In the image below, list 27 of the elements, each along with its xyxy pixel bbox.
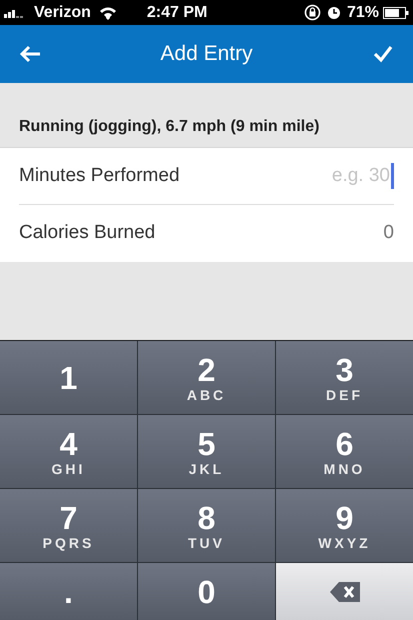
keypad-key[interactable]: 5 JKL [138,415,275,488]
rotation-lock-icon [304,4,321,21]
checkmark-icon [373,45,393,63]
alarm-icon [326,6,341,20]
keypad-key[interactable]: . [0,563,137,620]
battery-percent: 71% [346,2,379,22]
delete-key[interactable] [276,563,413,620]
keypad-key[interactable]: 8 TUV [138,489,275,562]
keypad-key[interactable]: 7 PQRS [0,489,137,562]
field-label: Calories Burned [19,221,156,246]
input-field[interactable]: 0 [383,218,394,248]
wifi-icon [98,6,117,20]
field-label: Minutes Performed [19,164,180,188]
keypad-key[interactable]: 3 DEF [276,341,413,414]
back-arrow-icon [19,45,41,63]
screen-title: Add Entry [160,41,253,68]
keypad-key[interactable]: 0 [138,563,275,620]
exercise-name: Running (jogging), 6.7 mph (9 min mile) [19,117,320,137]
clock-time: 2:47 PM [146,2,208,22]
carrier-name: Verizon [34,2,91,22]
keypad-key[interactable]: 9 WXYZ [276,489,413,562]
keypad-key[interactable]: 6 MNO [276,415,413,488]
backspace-icon [330,582,360,602]
keypad-key[interactable]: 1 [0,341,137,414]
keypad-key[interactable]: 4 GHI [0,415,137,488]
battery-icon [383,6,409,18]
keypad-key[interactable]: 2 ABC [138,341,275,414]
